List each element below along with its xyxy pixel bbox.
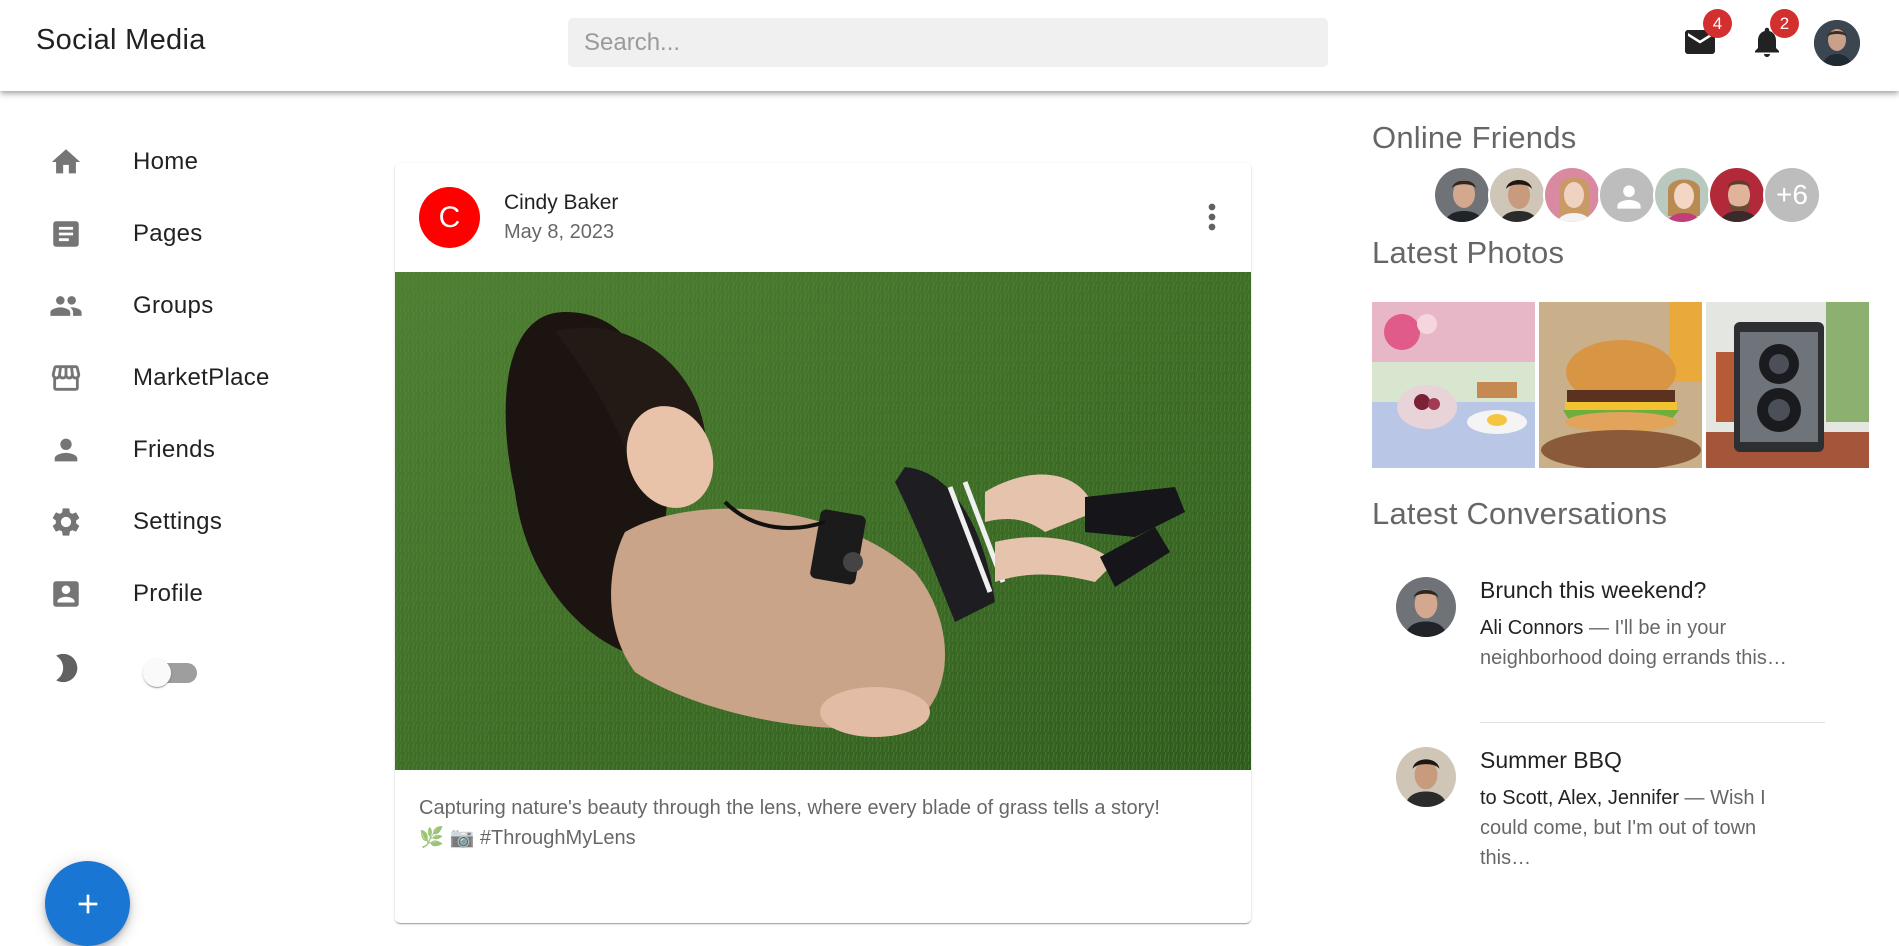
settings-icon	[49, 505, 83, 539]
post-date: May 8, 2023	[504, 221, 615, 243]
conversation-title: Brunch this weekend?	[1480, 577, 1707, 603]
online-friend-avatar[interactable]	[1598, 166, 1656, 224]
mail-badge: 4	[1703, 9, 1732, 38]
sidebar-item-home[interactable]: Home	[0, 126, 320, 198]
sidebar-item-label: Home	[133, 148, 199, 175]
home-icon	[49, 145, 83, 179]
sidebar-item-label: Groups	[133, 292, 214, 319]
more-vert-icon	[1208, 203, 1216, 231]
add-icon	[78, 894, 97, 913]
conversation-sender: Ali Connors	[1480, 617, 1584, 639]
storefront-icon	[49, 361, 83, 395]
conversation-preview: to Scott, Alex, Jennifer — Wish I could …	[1480, 783, 1800, 873]
conversation-divider	[1480, 722, 1825, 723]
sidebar-item-settings[interactable]: Settings	[0, 486, 320, 558]
app-logo[interactable]: Social Media	[36, 24, 206, 57]
online-friend-avatar[interactable]	[1653, 166, 1711, 224]
user-avatar[interactable]	[1814, 20, 1860, 66]
search-input[interactable]	[568, 18, 1328, 67]
switch-thumb	[143, 659, 171, 687]
sidebar: Home Pages Groups MarketPlace Friends Se…	[0, 91, 330, 946]
sidebar-item-profile[interactable]: Profile	[0, 558, 320, 630]
post-caption-hashtags: 🌿 📷 #ThroughMyLens	[419, 827, 636, 849]
person-icon	[49, 433, 83, 467]
dark-mode-icon	[49, 651, 83, 685]
online-friend-avatar[interactable]	[1708, 166, 1766, 224]
post-caption: Capturing nature's beauty through the le…	[419, 793, 1229, 853]
conversation-title: Summer BBQ	[1480, 747, 1622, 773]
latest-photo[interactable]	[1539, 302, 1702, 468]
group-icon	[49, 289, 83, 323]
notifications-button[interactable]: 2	[1747, 9, 1799, 62]
online-friends-title: Online Friends	[1372, 120, 1577, 155]
online-friend-avatar[interactable]	[1488, 166, 1546, 224]
sidebar-item-label: Profile	[133, 580, 204, 607]
sidebar-item-groups[interactable]: Groups	[0, 270, 320, 342]
post-card: C Cindy Baker May 8, 2023 Capturing natu…	[395, 163, 1251, 923]
sidebar-item-label: Pages	[133, 220, 203, 247]
add-post-button[interactable]	[45, 861, 130, 946]
post-image[interactable]	[395, 272, 1251, 770]
online-friends-more[interactable]: +6	[1763, 166, 1821, 224]
conversation-sender: to Scott, Alex, Jennifer	[1480, 787, 1679, 809]
online-friend-avatar[interactable]	[1433, 166, 1491, 224]
online-friend-avatar[interactable]	[1543, 166, 1601, 224]
person-icon	[1617, 185, 1641, 209]
latest-conversations-title: Latest Conversations	[1372, 496, 1668, 531]
sidebar-item-label: Settings	[133, 508, 223, 535]
dark-mode-switch[interactable]	[143, 657, 203, 687]
post-author-name[interactable]: Cindy Baker	[504, 191, 618, 215]
conversation-item[interactable]: Brunch this weekend? Ali Connors — I'll …	[1372, 577, 1842, 707]
latest-photos-title: Latest Photos	[1372, 235, 1565, 270]
post-options-button[interactable]	[1192, 197, 1232, 237]
sidebar-item-marketplace[interactable]: MarketPlace	[0, 342, 320, 414]
sidebar-item-label: Friends	[133, 436, 216, 463]
conversation-avatar	[1396, 747, 1456, 807]
latest-photo[interactable]	[1706, 302, 1869, 468]
sidebar-item-pages[interactable]: Pages	[0, 198, 320, 270]
app-bar: Social Media 4 2	[0, 0, 1899, 91]
post-caption-line: Capturing nature's beauty through the le…	[419, 797, 1160, 819]
conversation-item[interactable]: Summer BBQ to Scott, Alex, Jennifer — Wi…	[1372, 747, 1842, 877]
latest-photo[interactable]	[1372, 302, 1535, 468]
account-box-icon	[49, 577, 83, 611]
conversation-avatar	[1396, 577, 1456, 637]
post-author-avatar[interactable]: C	[419, 187, 480, 248]
article-icon	[49, 217, 83, 251]
sidebar-item-label: MarketPlace	[133, 364, 270, 391]
notifications-badge: 2	[1770, 9, 1799, 38]
conversation-preview: Ali Connors — I'll be in your neighborho…	[1480, 613, 1800, 673]
mail-button[interactable]: 4	[1680, 9, 1732, 62]
sidebar-item-friends[interactable]: Friends	[0, 414, 320, 486]
